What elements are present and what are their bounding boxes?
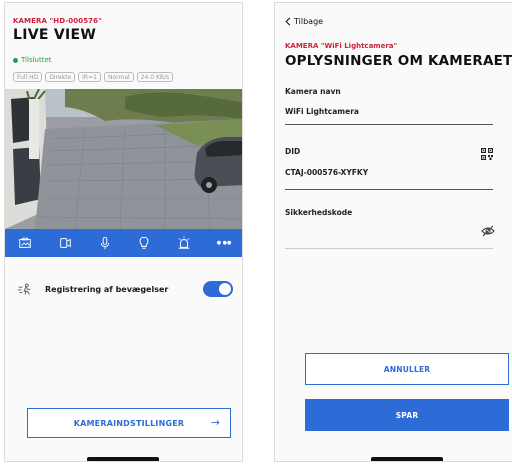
- chip-view[interactable]: Normal: [103, 72, 134, 82]
- chip-ir[interactable]: IR=1: [78, 72, 101, 82]
- siren-icon: [178, 236, 190, 249]
- motion-detection-row: Registrering af bevægelser: [17, 278, 233, 300]
- page-title: LIVE VIEW: [13, 27, 97, 43]
- security-code-divider: [285, 248, 493, 249]
- toggle-knob: [219, 283, 231, 295]
- light-bulb-icon: [139, 236, 149, 249]
- snapshot-button[interactable]: [5, 229, 45, 257]
- connection-status: Tilsluttet: [13, 56, 52, 64]
- cancel-button[interactable]: ANNULLER: [305, 353, 509, 385]
- chip-mode[interactable]: Direkte: [45, 72, 76, 82]
- chip-bitrate: 24.0 KB/s: [136, 72, 174, 82]
- camera-toolbar: ● ●●: [5, 229, 242, 257]
- did-divider: [285, 189, 493, 190]
- motion-detection-toggle[interactable]: [203, 281, 233, 297]
- camera-label: KAMERA "HD-000576": [13, 17, 102, 25]
- camera-info-screen: Tilbage KAMERA "WiFi Lightcamera" OPLYSN…: [274, 2, 512, 462]
- camera-name-label: Kamera navn: [285, 87, 341, 96]
- security-code-label: Sikkerhedskode: [285, 208, 353, 217]
- eye-off-icon[interactable]: [481, 225, 495, 237]
- camera-label: KAMERA "WiFi Lightcamera": [285, 42, 398, 50]
- video-frame: [5, 89, 242, 229]
- back-label: Tilbage: [294, 17, 324, 26]
- cancel-label: ANNULLER: [383, 364, 431, 374]
- more-dots-icon: ● ●●: [216, 240, 232, 246]
- live-video-feed[interactable]: [5, 89, 242, 229]
- save-button[interactable]: SPAR: [305, 399, 509, 431]
- live-view-screen: KAMERA "HD-000576" LIVE VIEW Tilsluttet …: [4, 2, 243, 462]
- chip-resolution[interactable]: Full HD: [13, 72, 43, 82]
- camera-name-field[interactable]: WiFi Lightcamera: [285, 107, 359, 116]
- chevron-left-icon: [285, 17, 291, 26]
- back-button[interactable]: Tilbage: [285, 17, 323, 26]
- page-title: OPLYSNINGER OM KAMERAET: [285, 53, 512, 69]
- camera-name-divider: [285, 124, 493, 125]
- home-indicator[interactable]: [371, 457, 443, 461]
- arrow-right-icon: →: [210, 416, 220, 429]
- light-button[interactable]: [124, 229, 164, 257]
- did-value: CTAJ-000576-XYFKY: [285, 168, 369, 177]
- microphone-button[interactable]: [85, 229, 125, 257]
- status-dot-icon: [13, 57, 18, 63]
- stream-info-chips: Full HD Direkte IR=1 Normal 24.0 KB/s: [13, 72, 174, 82]
- motion-detection-label: Registrering af bevægelser: [45, 284, 169, 294]
- camera-settings-label: KAMERAINDSTILLINGER: [73, 418, 185, 428]
- save-label: SPAR: [395, 410, 419, 420]
- snapshot-icon: [19, 237, 31, 248]
- camera-settings-button[interactable]: KAMERAINDSTILLINGER →: [27, 408, 231, 438]
- microphone-icon: [100, 236, 109, 250]
- record-icon: [59, 238, 71, 248]
- siren-button[interactable]: [164, 229, 204, 257]
- home-indicator[interactable]: [87, 457, 159, 461]
- more-options-button[interactable]: ● ●●: [204, 229, 242, 257]
- did-label: DID: [285, 147, 301, 156]
- motion-icon: [17, 283, 31, 295]
- qr-code-icon[interactable]: [481, 148, 493, 160]
- connection-status-label: Tilsluttet: [21, 56, 52, 64]
- record-button[interactable]: [45, 229, 85, 257]
